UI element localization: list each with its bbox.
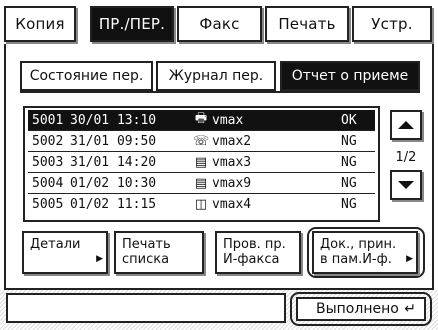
docs-in-memory-ifax-button[interactable]: Док., прин. в пам.И-ф. ▶ xyxy=(312,231,418,274)
table-row[interactable]: 5005 01/02 11:15 ◫ vmax4 NG xyxy=(28,194,375,215)
printer-icon: 🖶 xyxy=(194,111,208,126)
tab-print[interactable]: Печать xyxy=(265,6,349,42)
subtab-tx-status[interactable]: Состояние пер. xyxy=(20,61,153,91)
table-row[interactable]: 5004 01/02 10:30 ▤ vmax9 NG xyxy=(28,173,375,194)
scroll-up-button[interactable] xyxy=(390,110,422,140)
done-button[interactable]: Выполнено ↵ xyxy=(296,297,426,321)
subtab-rail xyxy=(20,91,420,93)
tab-copy[interactable]: Копия xyxy=(4,6,76,42)
arrow-right-icon: ▶ xyxy=(96,254,103,264)
table-row[interactable]: 5002 31/01 09:50 ☏ vmax2 NG xyxy=(28,131,375,152)
memory-box-icon: ▤ xyxy=(194,175,208,191)
tab-fax[interactable]: Факс xyxy=(177,6,262,42)
triangle-up-icon xyxy=(398,121,414,129)
details-button[interactable]: Детали ▶ xyxy=(22,231,108,274)
subtab-tx-log[interactable]: Журнал пер. xyxy=(156,61,276,91)
tab-send-receive[interactable]: ПР./ПЕР. xyxy=(90,6,174,42)
inbox-icon: ◫ xyxy=(194,197,208,212)
tab-device[interactable]: Устр. xyxy=(352,6,432,42)
table-row[interactable]: 5003 31/01 14:20 ▤ vmax3 NG xyxy=(28,152,375,173)
receive-report-list: 5001 30/01 13:10 🖶 vmax OK 5002 31/01 09… xyxy=(23,106,380,222)
print-list-button[interactable]: Печать списка xyxy=(114,231,204,274)
memory-box-icon: ▤ xyxy=(194,154,208,170)
table-row[interactable]: 5001 30/01 13:10 🖶 vmax OK xyxy=(28,110,375,131)
scroll-down-button[interactable] xyxy=(390,170,422,200)
subtab-rx-report[interactable]: Отчет о приеме xyxy=(280,61,420,91)
check-ifax-button[interactable]: Пров. пр. И-факса xyxy=(215,231,301,274)
triangle-down-icon xyxy=(398,181,414,189)
enter-return-icon: ↵ xyxy=(404,301,416,317)
page-indicator: 1/2 xyxy=(395,150,417,165)
internet-fax-icon: ☏ xyxy=(192,133,210,149)
status-message-box xyxy=(6,293,286,323)
arrow-right-icon: ▶ xyxy=(406,254,413,264)
